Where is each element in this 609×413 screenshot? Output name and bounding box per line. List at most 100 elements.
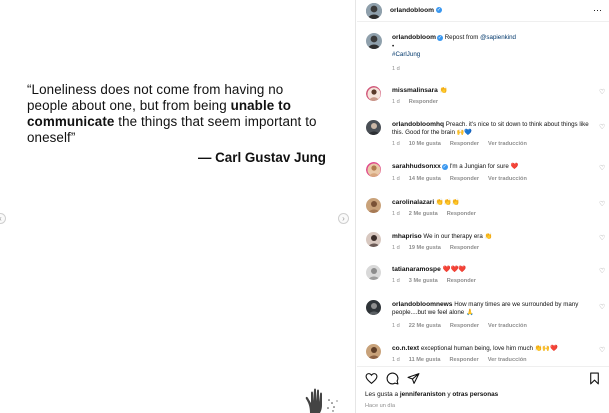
caption-hashtag[interactable]: #CarlJung xyxy=(392,51,598,59)
comment-username[interactable]: co.n.text xyxy=(392,345,419,352)
comment-likes[interactable]: 2 Me gusta xyxy=(409,211,438,217)
verified-icon: ✓ xyxy=(436,35,443,41)
comment-username[interactable]: missmalinsara xyxy=(392,87,438,94)
post-age: Hace un día xyxy=(365,403,396,409)
comment-body: ❤️❤️❤️ xyxy=(442,266,467,273)
repost-text: Repost from xyxy=(444,34,481,41)
heart-icon[interactable]: ♡ xyxy=(599,165,606,172)
heart-icon[interactable]: ♡ xyxy=(599,201,606,208)
heart-icon[interactable]: ♡ xyxy=(599,124,606,131)
caption-username[interactable]: orlandobloom xyxy=(392,34,436,41)
comment-username[interactable]: tatianaramospe xyxy=(392,266,441,273)
likes-others[interactable]: otras personas xyxy=(452,391,498,398)
comment-likes[interactable]: 22 Me gusta xyxy=(409,323,441,329)
verified-icon: ✓ xyxy=(436,7,442,13)
comment-time: 1 d xyxy=(392,176,400,182)
comment-body: I'm a Jungian for sure ❤️ xyxy=(449,163,519,170)
more-icon[interactable]: ⋯ xyxy=(593,5,602,16)
comment-time: 1 d xyxy=(392,141,400,147)
comment-text: tatianaramospe ❤️❤️❤️ xyxy=(392,266,598,274)
likes-user[interactable]: jenniferaniston xyxy=(400,391,446,398)
reply-button[interactable]: Responder xyxy=(450,245,479,251)
comment-meta: 1 d 19 Me gusta Responder xyxy=(392,245,488,251)
comment-time: 1 d xyxy=(392,99,400,105)
heart-icon[interactable]: ♡ xyxy=(599,235,606,242)
likes-summary: Les gusta a jenniferaniston y otras pers… xyxy=(365,391,498,398)
post-image: ‹ › “Loneliness does not come from havin… xyxy=(0,0,356,413)
comment-meta: 1 d 2 Me gusta Responder xyxy=(392,211,485,217)
comment-text: missmalinsara 👏 xyxy=(392,87,598,95)
caption-bullet: • xyxy=(392,43,395,50)
comment-meta: 1 d 14 Me gusta Responder Ver traducción xyxy=(392,176,536,182)
translate-button[interactable]: Ver traducción xyxy=(488,357,527,363)
reply-button[interactable]: Responder xyxy=(409,99,438,105)
comment-time: 1 d xyxy=(392,357,400,363)
post-header: orlandobloom ✓ ⋯ xyxy=(357,0,609,22)
heart-icon[interactable] xyxy=(365,372,378,385)
comment-avatar[interactable] xyxy=(366,162,381,177)
translate-button[interactable]: Ver traducción xyxy=(488,323,527,329)
comment-time: 1 d xyxy=(392,278,400,284)
quote-author: — Carl Gustav Jung xyxy=(198,150,326,165)
verified-icon: ✓ xyxy=(441,164,448,170)
handprint-logo xyxy=(305,388,338,413)
reply-button[interactable]: Responder xyxy=(450,141,479,147)
comment-avatar[interactable] xyxy=(366,265,381,280)
comment-meta: 1 d Responder xyxy=(392,99,447,105)
reply-button[interactable]: Responder xyxy=(450,323,479,329)
comment-avatar[interactable] xyxy=(366,232,381,247)
comment-text: carolinalazari 👏👏👏 xyxy=(392,199,598,207)
comment-username[interactable]: orlandobloomhq xyxy=(392,121,444,128)
comment-meta: 1 d 11 Me gusta Responder Ver traducción xyxy=(392,357,536,363)
comment-username[interactable]: orlandobloomnews xyxy=(392,301,452,308)
comment-username[interactable]: sarahhudsonxx xyxy=(392,163,441,170)
reply-button[interactable]: Responder xyxy=(450,176,479,182)
next-image-button[interactable]: › xyxy=(338,213,349,224)
comment-avatar[interactable] xyxy=(366,344,381,359)
comment-body: exceptional human being, love him much 👏… xyxy=(420,345,558,352)
comment-avatar[interactable] xyxy=(366,198,381,213)
comment-username[interactable]: mhapriso xyxy=(392,233,422,240)
comment-text: sarahhudsonxx ✓ I'm a Jungian for sure ❤️ xyxy=(392,163,598,171)
comment-time: 1 d xyxy=(392,211,400,217)
comment-meta: 1 d 10 Me gusta Responder Ver traducción xyxy=(392,141,536,147)
comment-text: orlandobloomnews How many times are we s… xyxy=(392,301,598,317)
caption-time: 1 d xyxy=(392,66,400,72)
translate-button[interactable]: Ver traducción xyxy=(488,176,527,182)
reply-button[interactable]: Responder xyxy=(450,357,479,363)
likes-prefix: Les gusta a xyxy=(365,391,400,398)
translate-button[interactable]: Ver traducción xyxy=(488,141,527,147)
comment-avatar[interactable] xyxy=(366,120,381,135)
comment-body: 👏 xyxy=(439,87,448,94)
comment-likes[interactable]: 14 Me gusta xyxy=(409,176,441,182)
comment-text: orlandobloomhq Preach. it's nice to sit … xyxy=(392,121,598,137)
comment-likes[interactable]: 11 Me gusta xyxy=(409,357,441,363)
heart-icon[interactable]: ♡ xyxy=(599,268,606,275)
quote-text: “Loneliness does not come from having no… xyxy=(27,82,327,146)
comment-icon[interactable] xyxy=(386,372,399,385)
header-username[interactable]: orlandobloom xyxy=(390,7,434,14)
comment-meta: 1 d 3 Me gusta Responder xyxy=(392,278,485,284)
share-icon[interactable] xyxy=(407,372,420,385)
heart-icon[interactable]: ♡ xyxy=(599,304,606,311)
comment-body: 👏👏👏 xyxy=(435,199,460,206)
comment-likes[interactable]: 10 Me gusta xyxy=(409,141,441,147)
comment-text: mhapriso We in our therapy era 👏 xyxy=(392,233,598,241)
repost-link[interactable]: @sapienkind xyxy=(480,34,516,41)
heart-icon[interactable]: ♡ xyxy=(599,89,606,96)
comment-avatar[interactable] xyxy=(366,300,381,315)
comment-username[interactable]: carolinalazari xyxy=(392,199,434,206)
reply-button[interactable]: Responder xyxy=(447,278,476,284)
bookmark-icon[interactable] xyxy=(588,372,601,385)
caption-avatar[interactable] xyxy=(366,33,382,49)
comment-text: co.n.text exceptional human being, love … xyxy=(392,345,598,353)
comment-time: 1 d xyxy=(392,245,400,251)
comment-avatar[interactable] xyxy=(366,86,381,101)
prev-image-button[interactable]: ‹ xyxy=(0,213,6,224)
comment-likes[interactable]: 3 Me gusta xyxy=(409,278,438,284)
comment-likes[interactable]: 19 Me gusta xyxy=(409,245,441,251)
heart-icon[interactable]: ♡ xyxy=(599,347,606,354)
comment-meta: 1 d 22 Me gusta Responder Ver traducción xyxy=(392,323,536,329)
reply-button[interactable]: Responder xyxy=(447,211,476,217)
header-avatar[interactable] xyxy=(366,3,382,19)
